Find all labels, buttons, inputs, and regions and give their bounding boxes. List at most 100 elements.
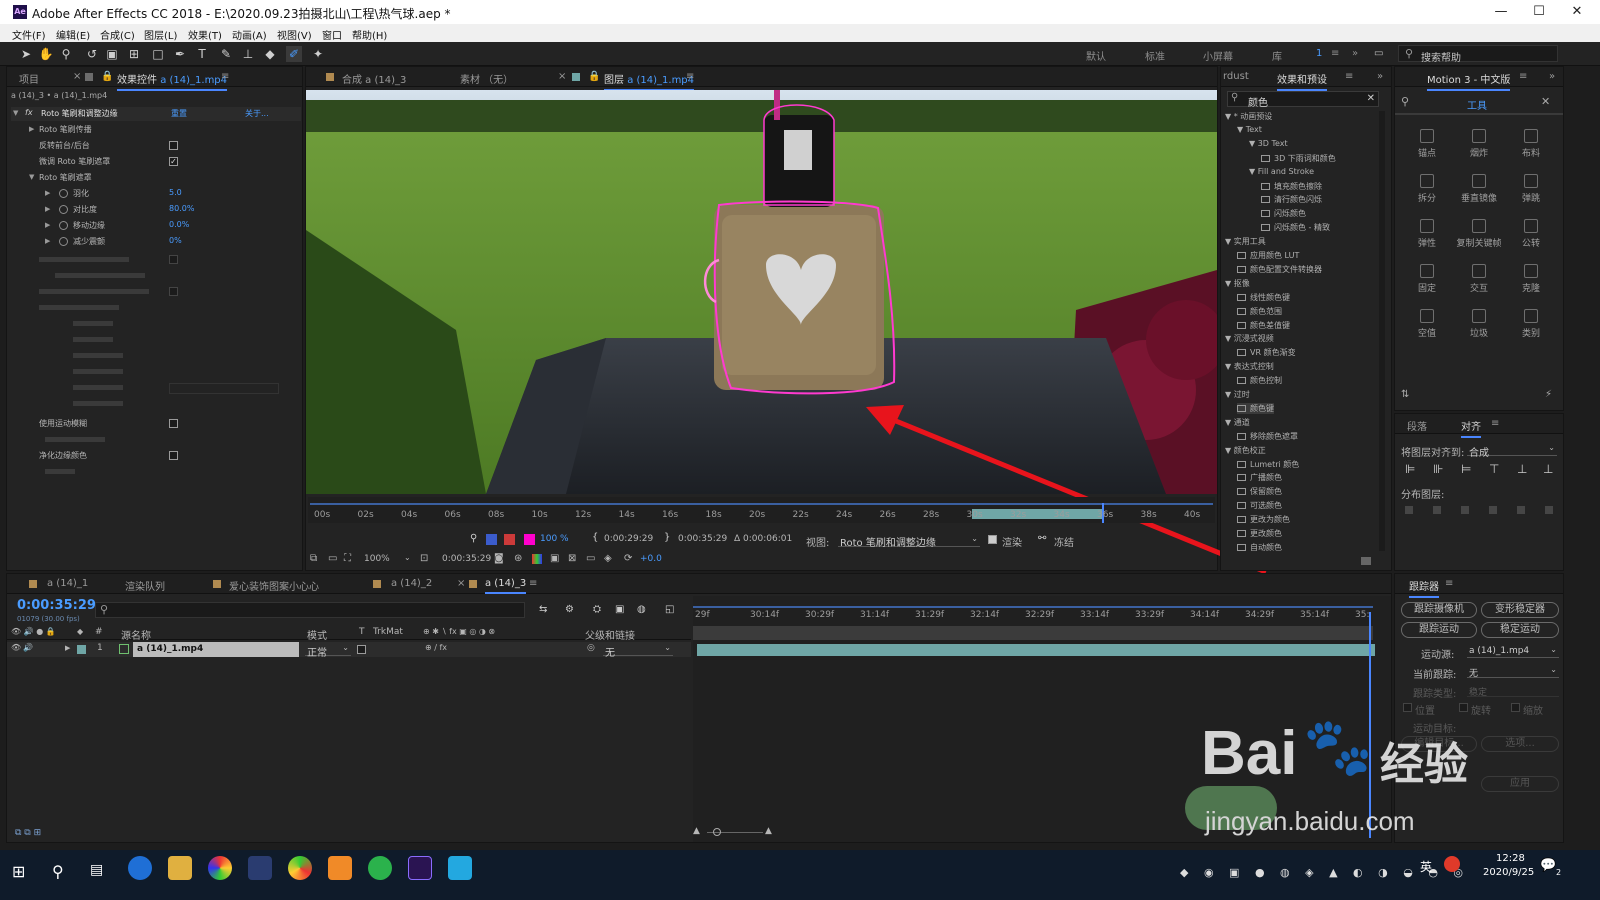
search-help-field[interactable]: ⚲ 搜索帮助 xyxy=(1398,45,1558,64)
panel-menu-icon[interactable]: ≡ xyxy=(686,71,694,82)
motion-search-icon[interactable]: ⚲ xyxy=(1401,95,1409,108)
effects-tree-item[interactable]: ▼ 过时 xyxy=(1225,389,1250,400)
menu-window[interactable]: 窗口 xyxy=(322,27,342,42)
fx-reset-link[interactable]: 重置 xyxy=(171,108,187,119)
motion-blur-checkbox[interactable] xyxy=(169,419,178,428)
tab-tracker[interactable]: 跟踪器 xyxy=(1409,578,1439,598)
always-preview-icon[interactable]: ⧉ xyxy=(310,553,317,564)
audio-icon[interactable]: 🔊 xyxy=(23,643,33,652)
minimize-icon[interactable]: — xyxy=(1483,2,1519,22)
close-icon[interactable]: ✕ xyxy=(1541,95,1550,108)
parent-dropdown[interactable]: 无 ⌄ xyxy=(603,643,673,659)
app-icon-cyan[interactable] xyxy=(448,856,472,880)
effects-tree-item[interactable]: ▼ 3D Text xyxy=(1249,139,1288,148)
menu-effect[interactable]: 效果(T) xyxy=(188,27,222,42)
view-dropdown[interactable]: Roto 笔刷和调整边缘 ⌄ xyxy=(838,532,980,549)
region-of-interest-icon[interactable]: ▣ xyxy=(550,553,559,564)
magenta-channel-icon[interactable] xyxy=(524,534,535,545)
workspace-library[interactable]: 库 xyxy=(1272,48,1282,63)
color-channels-icon[interactable] xyxy=(532,554,542,564)
effects-tree-item[interactable]: 广播颜色 xyxy=(1237,472,1282,483)
overflow-icon[interactable]: » xyxy=(1377,71,1383,82)
freeze-label[interactable]: 冻结 xyxy=(1054,534,1074,549)
workspace-standard[interactable]: 标准 xyxy=(1145,48,1165,63)
effects-tree-item[interactable]: 清行颜色闪烁 xyxy=(1261,194,1322,205)
visibility-eye-icon[interactable]: 👁 xyxy=(11,643,21,652)
effects-tree-item[interactable]: ▼ Fill and Stroke xyxy=(1249,167,1314,176)
tools-tab[interactable]: 工具 xyxy=(1467,97,1487,112)
effects-tree-item[interactable]: 保留颜色 xyxy=(1237,486,1282,497)
work-area-bar[interactable] xyxy=(310,503,1213,505)
overlay-opacity[interactable]: 100 % xyxy=(540,534,569,544)
sogou-ime-icon[interactable] xyxy=(1444,856,1460,872)
effects-tree-item[interactable]: 颜色配置文件转换器 xyxy=(1237,264,1322,275)
wechat-icon[interactable] xyxy=(368,856,392,880)
search-icon[interactable]: ⚲ xyxy=(52,862,64,881)
comp-mini-flowchart-icon[interactable]: ⇆ xyxy=(539,604,547,615)
tab-wiggler-left[interactable]: rdust xyxy=(1223,71,1249,82)
freeze-icon[interactable]: ⚯ xyxy=(1038,533,1046,544)
fx-badge[interactable]: fx xyxy=(25,108,33,117)
workspace-overflow-icon[interactable]: » xyxy=(1352,48,1358,59)
system-tray-icons[interactable]: ◆ ◉ ▣ ● ◍ ◈ ▲ ◐ ◑ ◒ ◓ ◎ xyxy=(1180,866,1480,880)
draft-3d-icon[interactable]: ⚙ xyxy=(565,604,574,615)
warp-stabilizer-button[interactable]: 变形稳定器 xyxy=(1481,602,1559,618)
red-channel-icon[interactable] xyxy=(504,534,515,545)
channel-icon[interactable]: ⚲ xyxy=(470,533,477,544)
expand-triangle-icon[interactable]: ▼ xyxy=(13,109,18,117)
expand-triangle-icon[interactable]: ▼ xyxy=(29,173,34,181)
menu-edit[interactable]: 编辑(E) xyxy=(56,27,90,42)
zoom-out-icon[interactable]: ▲ xyxy=(693,826,700,836)
lock-icon[interactable]: 🔒 xyxy=(588,71,600,82)
transparency-grid-icon[interactable]: ⊠ xyxy=(568,553,576,564)
layer-name-cell[interactable]: a (14)_1.mp4 xyxy=(133,642,299,657)
stopwatch-icon[interactable] xyxy=(59,237,68,246)
display-icon[interactable]: ▭ xyxy=(328,553,337,564)
motion-tool-button[interactable]: 弹跳 xyxy=(1501,174,1561,204)
motion-tool-button[interactable]: 类别 xyxy=(1501,309,1561,339)
zoom-tool-icon[interactable]: ⚲ xyxy=(58,46,74,62)
align-center-h-icon[interactable]: ⊪ xyxy=(1433,462,1443,476)
new-folder-icon[interactable] xyxy=(1361,557,1371,565)
tab-project[interactable]: 项目 xyxy=(19,71,39,86)
zoom-slider[interactable]: ▲ ▲ xyxy=(693,826,783,838)
tab-timeline-1[interactable]: a (14)_1 xyxy=(47,578,88,589)
tab-paragraph[interactable]: 段落 xyxy=(1407,418,1427,433)
effects-tree-item[interactable]: ▼ Text xyxy=(1237,125,1262,134)
mask-visibility-icon[interactable]: ⛶ xyxy=(344,553,351,564)
align-top-icon[interactable]: ⊤ xyxy=(1489,462,1499,476)
zoom-level[interactable]: 100% xyxy=(364,554,390,564)
tab-timeline-2[interactable]: a (14)_2 xyxy=(391,578,432,589)
expand-triangle-icon[interactable]: ▶ xyxy=(45,205,50,213)
camera-snapshot-icon[interactable]: ◙ xyxy=(494,553,504,564)
notification-icon[interactable]: 💬 xyxy=(1540,858,1556,873)
decontaminate-checkbox[interactable] xyxy=(169,451,178,460)
tab-composition[interactable]: 合成 a (14)_3 xyxy=(342,71,406,86)
tab-motion3[interactable]: Motion 3 - 中文版 xyxy=(1427,71,1511,91)
motion-tool-button[interactable]: 固定 xyxy=(1397,264,1457,294)
effects-tree-item[interactable]: 更改颜色 xyxy=(1237,528,1282,539)
expand-triangle-icon[interactable]: ▶ xyxy=(29,125,34,133)
clear-search-icon[interactable]: ✕ xyxy=(1367,93,1375,104)
workspace-menu-icon[interactable]: ≡ xyxy=(1331,48,1339,59)
graph-editor-icon[interactable]: ◱ xyxy=(665,604,674,615)
blend-mode-dropdown[interactable]: 正常 ⌄ xyxy=(305,643,351,659)
sort-icon[interactable]: ⇅ xyxy=(1401,389,1409,400)
align-right-icon[interactable]: ⊨ xyxy=(1461,462,1471,476)
work-area-bar[interactable] xyxy=(693,606,1373,608)
current-time-display[interactable]: 0:00:35:29 xyxy=(442,554,491,564)
motion-tool-button[interactable]: 布料 xyxy=(1501,129,1561,159)
panel-menu-icon[interactable]: ≡ xyxy=(1491,418,1499,429)
motion-tool-button[interactable]: 复制关键帧 xyxy=(1449,219,1509,249)
motion-tool-button[interactable]: 垃圾 xyxy=(1449,309,1509,339)
effects-tree-item[interactable]: 线性颜色键 xyxy=(1237,292,1290,303)
effects-tree-item[interactable]: 填充颜色擦除 xyxy=(1261,181,1322,192)
shift-edge-value[interactable]: 0.0% xyxy=(169,220,189,229)
render-checkbox[interactable] xyxy=(988,535,997,544)
file-explorer-icon[interactable] xyxy=(168,856,192,880)
effects-tree-item[interactable]: 移除颜色遮罩 xyxy=(1237,431,1298,442)
app-icon-orange[interactable] xyxy=(328,856,352,880)
align-center-v-icon[interactable]: ⊥ xyxy=(1517,462,1527,476)
brush-tool-icon[interactable]: ✎ xyxy=(218,46,234,62)
effects-tree-item[interactable]: 颜色差值键 xyxy=(1237,320,1290,331)
